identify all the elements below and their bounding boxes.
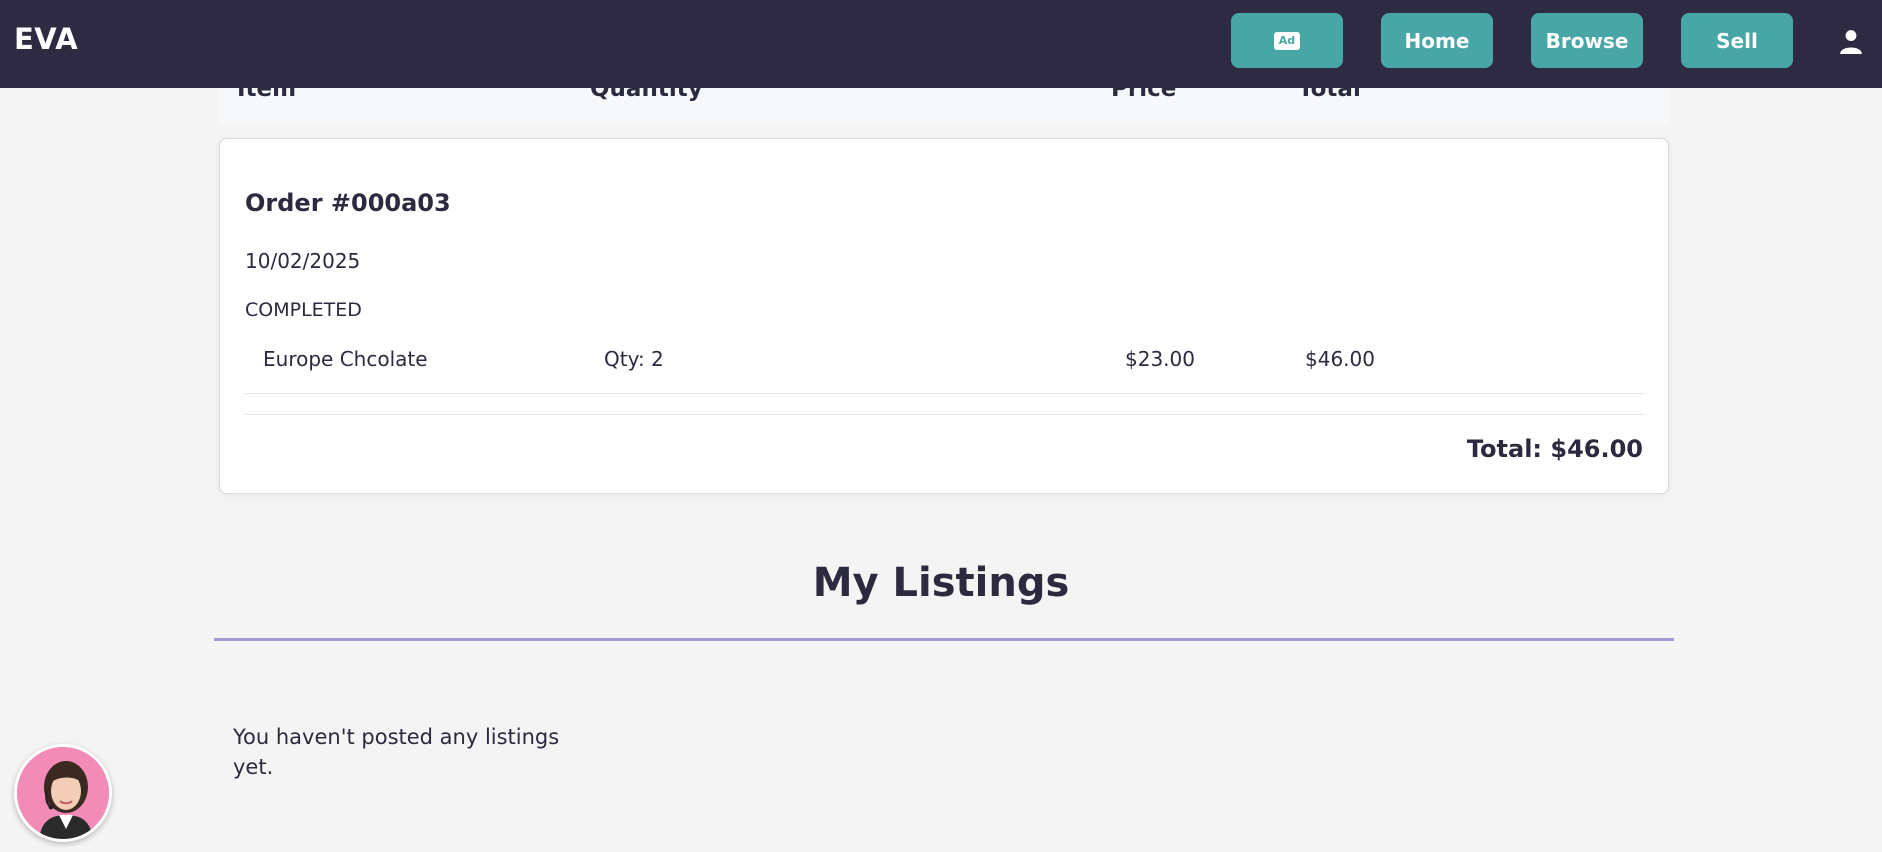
item-price: $23.00	[1125, 347, 1195, 371]
listings-divider	[214, 638, 1674, 641]
brand-logo[interactable]: EVA	[14, 22, 78, 56]
item-total: $46.00	[1305, 347, 1375, 371]
browse-button[interactable]: Browse	[1531, 13, 1643, 68]
order-title: Order #000a03	[245, 189, 451, 217]
assistant-portrait-icon	[17, 747, 109, 839]
ad-button[interactable]: Ad	[1231, 13, 1343, 68]
order-date: 10/02/2025	[245, 249, 361, 273]
home-button[interactable]: Home	[1381, 13, 1493, 68]
sell-button[interactable]: Sell	[1681, 13, 1793, 68]
order-total: Total: $46.00	[1466, 435, 1643, 463]
item-quantity: Qty: 2	[604, 347, 664, 371]
order-card: Order #000a03 10/02/2025 COMPLETED Europ…	[219, 138, 1669, 494]
user-icon[interactable]	[1838, 28, 1864, 54]
my-listings-title: My Listings	[812, 560, 1070, 606]
item-name: Europe Chcolate	[263, 347, 428, 371]
order-item-row: Europe Chcolate Qty: 2 $23.00 $46.00	[245, 347, 1645, 387]
empty-listings-message: You haven't posted any listings yet.	[233, 725, 560, 779]
top-navbar: EVA Ad Home Browse Sell	[0, 0, 1882, 88]
row-divider	[245, 393, 1645, 394]
order-status: COMPLETED	[245, 299, 362, 321]
assistant-avatar[interactable]	[14, 744, 112, 842]
total-divider	[245, 414, 1645, 415]
ad-badge-icon: Ad	[1273, 31, 1301, 50]
